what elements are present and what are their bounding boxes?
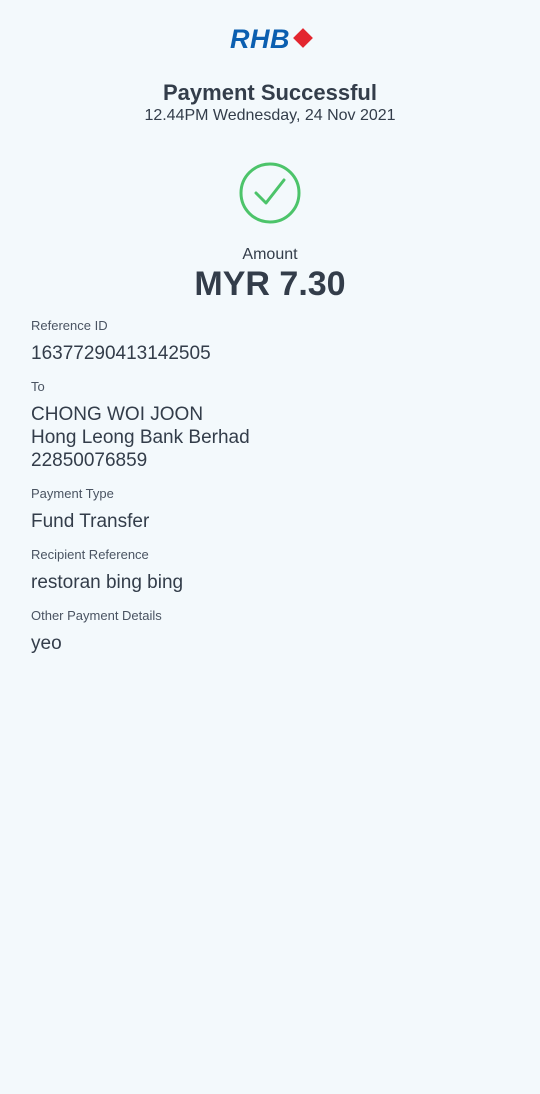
- payment-type-label: Payment Type: [31, 486, 114, 501]
- reference-id-label: Reference ID: [31, 318, 108, 333]
- page-title: Payment Successful: [163, 80, 377, 105]
- recipient-reference-label: Recipient Reference: [31, 547, 149, 562]
- logo-text: RHB: [230, 24, 290, 54]
- check-circle-icon: [239, 162, 301, 224]
- recipient-details: CHONG WOI JOON Hong Leong Bank Berhad 22…: [31, 403, 511, 472]
- reference-id-value: 16377290413142505: [31, 343, 211, 364]
- payment-type-value: Fund Transfer: [31, 511, 150, 532]
- recipient-bank: Hong Leong Bank Berhad: [31, 427, 250, 448]
- transaction-datetime: 12.44PM Wednesday, 24 Nov 2021: [144, 107, 396, 124]
- recipient-reference-value: restoran bing bing: [31, 572, 184, 593]
- other-details-field: Other Payment Details yeo: [31, 608, 511, 655]
- other-details-label: Other Payment Details: [31, 608, 162, 623]
- reference-id-field: Reference ID 16377290413142505: [31, 318, 511, 365]
- amount-value: MYR 7.30: [194, 265, 346, 303]
- recipient-field: To CHONG WOI JOON Hong Leong Bank Berhad…: [31, 379, 511, 472]
- rhb-diamond-icon: [293, 28, 313, 48]
- to-label: To: [31, 379, 45, 394]
- amount-label: Amount: [242, 246, 298, 263]
- recipient-name: CHONG WOI JOON: [31, 404, 204, 425]
- recipient-reference-field: Recipient Reference restoran bing bing: [31, 547, 511, 594]
- payment-type-field: Payment Type Fund Transfer: [31, 486, 511, 533]
- rhb-logo: RHB: [0, 24, 540, 54]
- other-details-value: yeo: [31, 633, 62, 654]
- recipient-account: 22850076859: [31, 450, 148, 471]
